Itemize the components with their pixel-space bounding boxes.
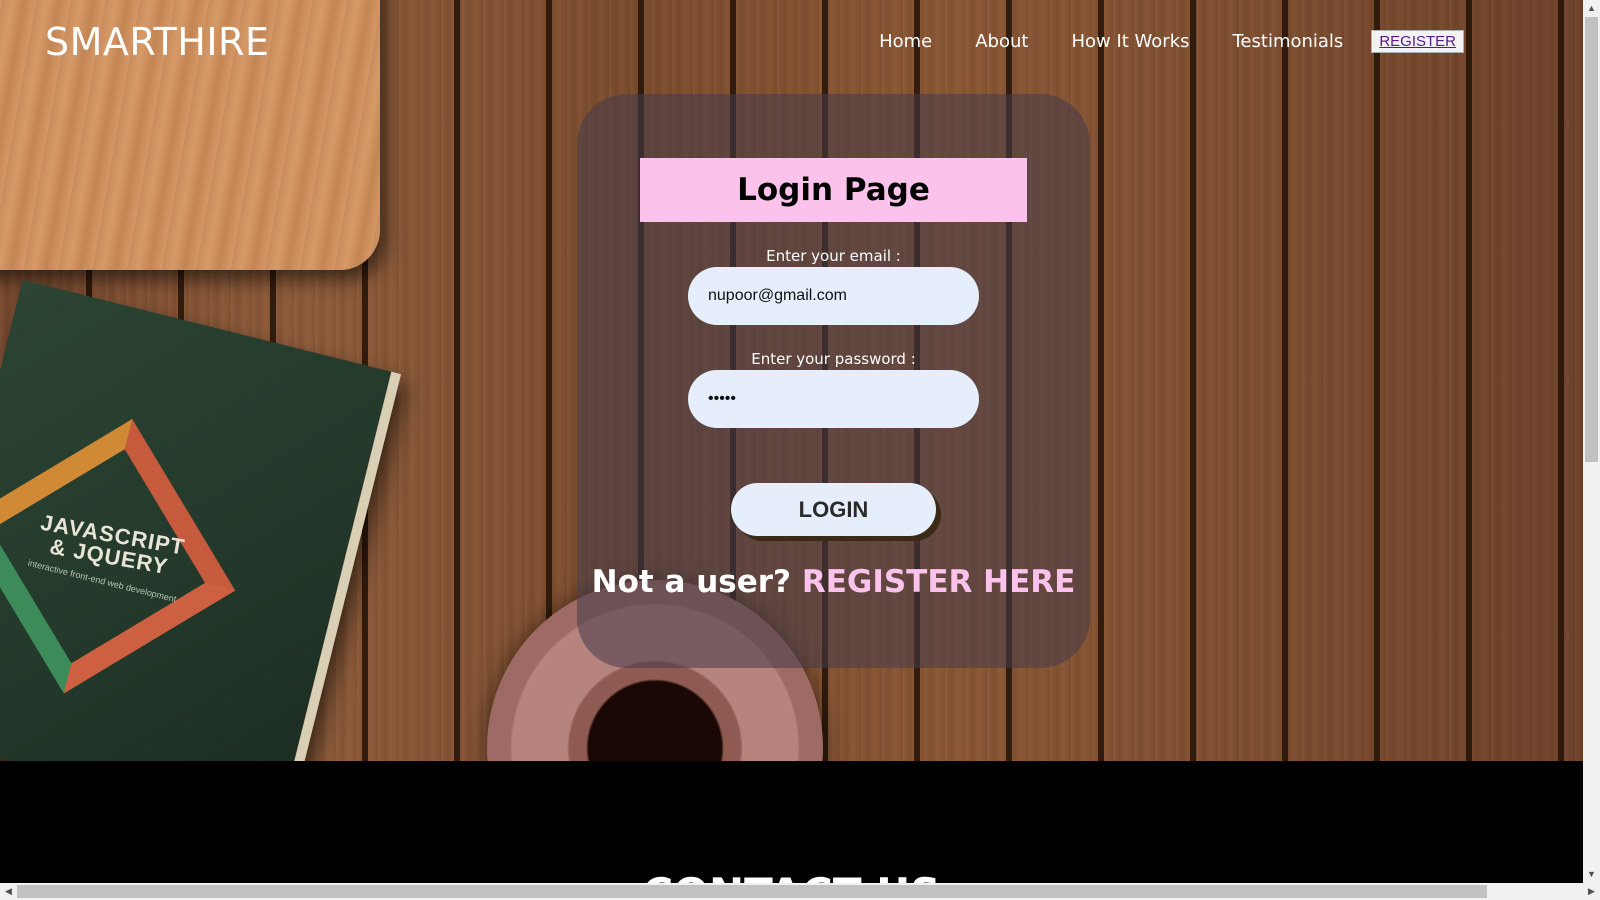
vertical-scrollbar[interactable]: ▲ ▼ (1583, 0, 1600, 883)
contact-us-heading: CONTACT US (0, 869, 1583, 883)
email-label: Enter your email : (766, 247, 901, 265)
login-card: Login Page Enter your email : Enter your… (577, 94, 1090, 668)
register-here-link[interactable]: REGISTER HERE (802, 564, 1076, 600)
register-prompt: Not a user? REGISTER HERE (577, 564, 1090, 600)
password-field[interactable] (688, 370, 979, 428)
password-label: Enter your password : (751, 350, 916, 368)
scroll-up-arrow-icon[interactable]: ▲ (1583, 0, 1600, 17)
horizontal-scroll-thumb[interactable] (17, 885, 1487, 898)
scroll-left-arrow-icon[interactable]: ◀ (0, 883, 17, 900)
scroll-down-arrow-icon[interactable]: ▼ (1583, 866, 1600, 883)
main-nav: Home About How It Works Testimonials REG… (836, 30, 1464, 53)
nav-testimonials[interactable]: Testimonials (1233, 31, 1344, 52)
email-field[interactable] (688, 267, 979, 325)
nav-home[interactable]: Home (879, 31, 932, 52)
horizontal-scrollbar[interactable]: ◀ ▶ (0, 883, 1600, 900)
login-button[interactable]: LOGIN (731, 483, 936, 536)
site-logo[interactable]: SMARTHIRE (45, 20, 269, 64)
nav-about[interactable]: About (975, 31, 1028, 52)
not-user-text: Not a user? (591, 564, 792, 600)
login-title: Login Page (640, 158, 1027, 222)
scroll-right-arrow-icon[interactable]: ▶ (1583, 883, 1600, 900)
footer-section: CONTACT US (0, 761, 1583, 883)
register-button[interactable]: REGISTER (1371, 30, 1464, 53)
vertical-scroll-thumb[interactable] (1585, 17, 1598, 462)
book-image: JAVASCRIPT & JQUERY interactive front-en… (0, 279, 402, 761)
nav-how-it-works[interactable]: How It Works (1071, 31, 1189, 52)
